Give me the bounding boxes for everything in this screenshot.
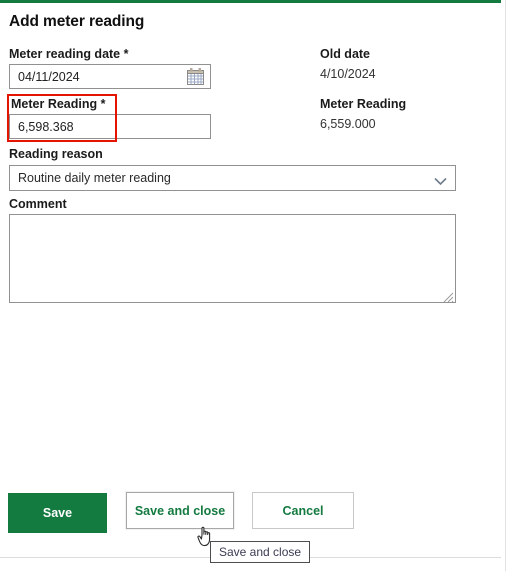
save-and-close-button[interactable]: Save and close	[126, 492, 234, 529]
calendar-icon[interactable]	[186, 67, 205, 86]
meter-reading-date-input[interactable]	[9, 64, 211, 89]
add-meter-reading-panel: Add meter reading Meter reading date * M…	[0, 0, 506, 571]
meter-reading-label: Meter Reading *	[11, 97, 106, 111]
old-meter-reading-label: Meter Reading	[320, 97, 407, 111]
cancel-button[interactable]: Cancel	[252, 492, 354, 529]
comment-label: Comment	[9, 197, 67, 211]
meter-reading-input[interactable]	[9, 114, 211, 139]
meter-reading-date-label: Meter reading date *	[9, 47, 129, 61]
old-date-value: 4/10/2024	[320, 67, 376, 81]
page-title: Add meter reading	[9, 13, 145, 30]
save-button[interactable]: Save	[8, 493, 107, 533]
tooltip: Save and close	[210, 541, 311, 563]
reading-reason-label: Reading reason	[9, 147, 103, 161]
old-meter-reading-value: 6,559.000	[320, 117, 376, 131]
reading-reason-selected-value[interactable]: Routine daily meter reading	[9, 165, 456, 191]
old-date-label: Old date	[320, 47, 371, 61]
reading-reason-select[interactable]: Routine daily meter reading	[9, 165, 456, 191]
top-accent-bar	[0, 0, 501, 3]
comment-textarea[interactable]	[9, 214, 456, 303]
